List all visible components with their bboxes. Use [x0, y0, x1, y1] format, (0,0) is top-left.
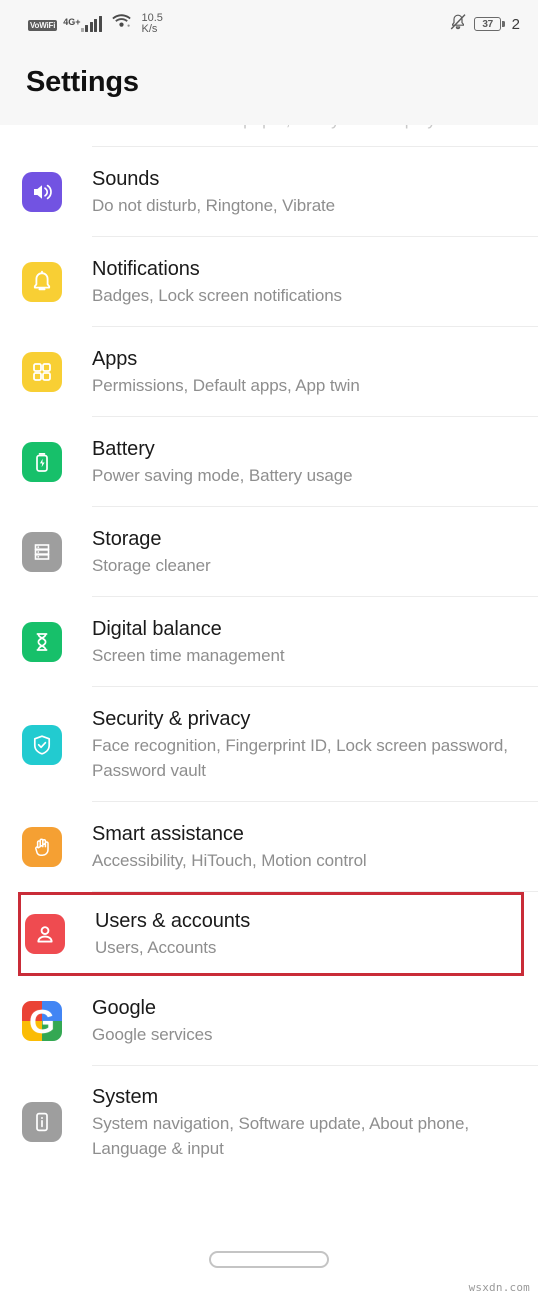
- icon-cell: [18, 352, 92, 392]
- hand-icon: [22, 827, 62, 867]
- icon-cell: [18, 1102, 92, 1142]
- text-cell: Apps Permissions, Default apps, App twin: [92, 346, 524, 398]
- list-item-smart-assistance[interactable]: Smart assistance Accessibility, HiTouch,…: [0, 802, 538, 892]
- icon-cell: [18, 172, 92, 212]
- icon-cell: [18, 532, 92, 572]
- status-bar-right: 37 2: [449, 13, 520, 36]
- list-item-digital-balance[interactable]: Digital balance Screen time management: [0, 597, 538, 687]
- settings-list: Sounds Do not disturb, Ringtone, Vibrate…: [0, 147, 538, 1178]
- list-item-title: Digital balance: [92, 618, 222, 640]
- icon-cell: G: [18, 1001, 92, 1041]
- google-g-icon: G: [22, 1001, 62, 1041]
- list-item-battery[interactable]: Battery Power saving mode, Battery usage: [0, 417, 538, 507]
- battery-bolt-icon: [22, 442, 62, 482]
- grid-apps-icon: [22, 352, 62, 392]
- list-item-subtitle: Storage cleaner: [92, 556, 211, 575]
- text-cell: Smart assistance Accessibility, HiTouch,…: [92, 821, 524, 873]
- list-item-title: Security & privacy: [92, 708, 251, 730]
- icon-cell: [18, 622, 92, 662]
- icon-cell: [18, 442, 92, 482]
- list-item-title: Smart assistance: [92, 823, 244, 845]
- list-item-subtitle: System navigation, Software update, Abou…: [92, 1113, 470, 1158]
- list-item-subtitle: Permissions, Default apps, App twin: [92, 376, 360, 395]
- list-item-title: Notifications: [92, 258, 200, 280]
- list-item-subtitle: Accessibility, HiTouch, Motion control: [92, 851, 367, 870]
- list-item-title: System: [92, 1085, 159, 1108]
- list-item-subtitle: Do not disturb, Ringtone, Vibrate: [92, 196, 336, 215]
- battery-percent: 37: [474, 17, 502, 31]
- data-speed: 10.5 K/s: [142, 13, 163, 35]
- text-cell: Sounds Do not disturb, Ringtone, Vibrate: [92, 166, 524, 218]
- battery-icon: 37: [474, 17, 505, 31]
- storage-stack-icon: [22, 532, 62, 572]
- watermark: wsxdn.com: [468, 1281, 530, 1294]
- text-cell: Notifications Badges, Lock screen notifi…: [92, 256, 524, 308]
- text-cell: Storage Storage cleaner: [92, 526, 524, 578]
- page-title: Settings: [26, 66, 139, 98]
- list-item-subtitle: Power saving mode, Battery usage: [92, 466, 353, 485]
- speaker-icon: [22, 172, 62, 212]
- partial-scrolled-row[interactable]: Home screen & wallpaper, Always On Displ…: [0, 125, 538, 147]
- list-item-users-accounts[interactable]: Users & accounts Users, Accounts: [18, 892, 524, 976]
- data-speed-unit: K/s: [141, 23, 158, 35]
- hourglass-icon: [22, 622, 62, 662]
- app-header: Settings: [0, 48, 538, 125]
- icon-cell: [18, 262, 92, 302]
- navigation-bar: wsxdn.com: [0, 1235, 538, 1300]
- list-item-apps[interactable]: Apps Permissions, Default apps, App twin: [0, 327, 538, 417]
- home-pill-icon[interactable]: [209, 1251, 329, 1268]
- shield-check-icon: [22, 724, 62, 765]
- list-item-subtitle: Face recognition, Fingerprint ID, Lock s…: [92, 736, 508, 780]
- status-bar-left: VoWiFi 4G+ 10.5 K/s: [28, 13, 163, 35]
- list-item-subtitle: Badges, Lock screen notifications: [92, 286, 342, 305]
- volte-badge: VoWiFi: [28, 19, 58, 31]
- text-cell: Battery Power saving mode, Battery usage: [92, 436, 524, 488]
- clock-fragment: 2: [511, 15, 520, 33]
- icon-cell: [18, 827, 92, 867]
- list-item-google[interactable]: G Google Google services: [0, 976, 538, 1066]
- person-icon: [25, 914, 65, 954]
- list-item-sounds[interactable]: Sounds Do not disturb, Ringtone, Vibrate: [0, 147, 538, 237]
- list-item-notifications[interactable]: Notifications Badges, Lock screen notifi…: [0, 237, 538, 327]
- list-item-title: Users & accounts: [95, 910, 251, 932]
- list-item-subtitle: Screen time management: [92, 646, 285, 665]
- text-cell: Security & privacy Face recognition, Fin…: [92, 706, 524, 783]
- signal-bars-icon: 4G+: [63, 16, 102, 32]
- partial-row-subtitle: Home screen & wallpaper, Always On Displ…: [92, 125, 436, 130]
- text-cell: Users & accounts Users, Accounts: [95, 908, 521, 960]
- list-item-subtitle: Users, Accounts: [95, 938, 217, 957]
- text-cell: Google Google services: [92, 995, 524, 1047]
- list-item-title: Storage: [92, 528, 162, 550]
- list-item-title: Battery: [92, 438, 155, 460]
- list-item-storage[interactable]: Storage Storage cleaner: [0, 507, 538, 597]
- icon-cell: [18, 724, 92, 765]
- list-item-title: Google: [92, 997, 156, 1019]
- list-item-security-privacy[interactable]: Security & privacy Face recognition, Fin…: [0, 687, 538, 802]
- wifi-icon: [111, 13, 131, 33]
- list-item-title: Apps: [92, 348, 138, 370]
- text-cell: System System navigation, Software updat…: [92, 1084, 524, 1161]
- list-item-title: Sounds: [92, 168, 160, 190]
- phone-info-icon: [22, 1102, 62, 1142]
- list-item-system[interactable]: System System navigation, Software updat…: [0, 1066, 538, 1178]
- text-cell: Digital balance Screen time management: [92, 616, 524, 668]
- icon-cell: [21, 914, 95, 954]
- bell-icon: [22, 262, 62, 302]
- status-bar: VoWiFi 4G+ 10.5 K/s 37 2: [0, 0, 538, 48]
- list-item-subtitle: Google services: [92, 1025, 213, 1044]
- bell-muted-icon: [449, 13, 467, 36]
